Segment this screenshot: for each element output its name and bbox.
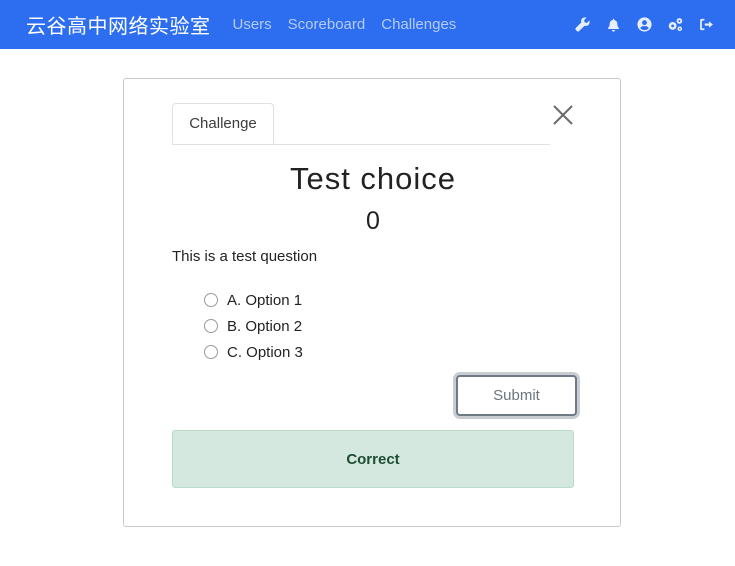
bell-icon[interactable] — [604, 16, 622, 34]
nav-links: Users Scoreboard Challenges — [233, 16, 473, 33]
nav-icons — [560, 0, 715, 49]
option-label: B. Option 2 — [227, 317, 303, 335]
option-c[interactable]: C. Option 3 — [204, 339, 303, 365]
option-b[interactable]: B. Option 2 — [204, 313, 303, 339]
radio-button[interactable] — [204, 293, 218, 307]
option-label: C. Option 3 — [227, 343, 303, 361]
nav-link-challenges[interactable]: Challenges — [381, 16, 456, 33]
cogs-icon[interactable] — [666, 16, 684, 34]
challenge-question: This is a test question — [172, 248, 318, 265]
radio-button[interactable] — [204, 319, 218, 333]
submit-button[interactable]: Submit — [456, 375, 577, 416]
tab-challenge[interactable]: Challenge — [172, 103, 274, 144]
sign-out-icon[interactable] — [697, 16, 715, 34]
nav-link-scoreboard[interactable]: Scoreboard — [288, 16, 366, 33]
user-circle-icon[interactable] — [635, 16, 653, 34]
challenge-points: 0 — [366, 207, 380, 235]
option-a[interactable]: A. Option 1 — [204, 287, 303, 313]
radio-button[interactable] — [204, 345, 218, 359]
close-icon[interactable] — [551, 103, 575, 127]
brand-title[interactable]: 云谷高中网络实验室 — [26, 10, 211, 39]
result-alert: Correct — [172, 430, 574, 488]
navbar: 云谷高中网络实验室 Users Scoreboard Challenges — [0, 0, 735, 49]
answer-options: A. Option 1 B. Option 2 C. Option 3 — [204, 287, 303, 365]
modal-tabs: Challenge — [172, 103, 550, 145]
challenge-modal: Challenge Test choice 0 This is a test q… — [123, 78, 621, 527]
challenge-title: Test choice — [289, 161, 457, 196]
wrench-icon[interactable] — [573, 16, 591, 34]
option-label: A. Option 1 — [227, 291, 303, 309]
nav-link-users[interactable]: Users — [233, 16, 272, 33]
